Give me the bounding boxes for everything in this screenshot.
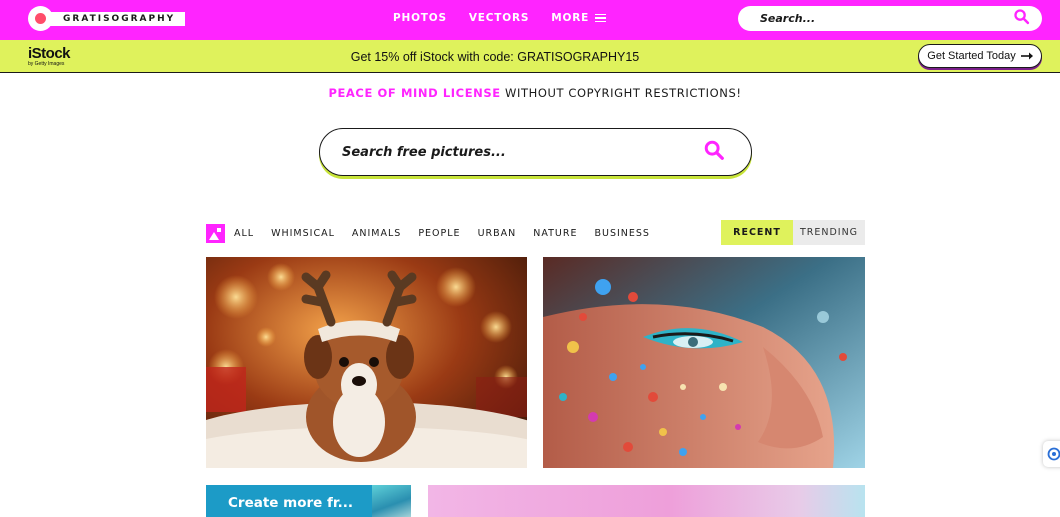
sort-toggle: RECENT TRENDING	[721, 220, 865, 245]
logo-dot-icon	[28, 6, 53, 31]
photo-card-glitter-face[interactable]	[543, 257, 865, 468]
tagline-rest: WITHOUT COPYRIGHT RESTRICTIONS!	[504, 86, 742, 100]
glitter-face-photo-image	[543, 257, 865, 468]
puppy-photo-image	[206, 257, 527, 468]
nav-more[interactable]: MORE	[551, 12, 607, 24]
tagline-highlight[interactable]: PEACE OF MIND LICENSE	[328, 86, 500, 100]
category-nature[interactable]: NATURE	[533, 228, 577, 239]
nav-more-label: MORE	[551, 12, 590, 24]
arrow-right-icon	[1020, 52, 1033, 60]
sort-trending-button[interactable]: TRENDING	[793, 220, 865, 245]
header-search	[738, 6, 1042, 31]
istock-promo-text: Get 15% off iStock with code: GRATISOGRA…	[350, 50, 640, 64]
main-search-input[interactable]	[342, 144, 703, 160]
category-business[interactable]: BUSINESS	[594, 228, 649, 239]
logo-text: GRATISOGRAPHY	[47, 11, 186, 26]
accessibility-widget[interactable]	[1043, 441, 1060, 467]
hamburger-icon	[595, 14, 607, 22]
category-filter-row: ALL WHIMSICAL ANIMALS PEOPLE URBAN NATUR…	[206, 224, 667, 243]
nav-vectors[interactable]: VECTORS	[469, 12, 529, 24]
search-icon[interactable]	[1013, 8, 1030, 30]
sort-recent-button[interactable]: RECENT	[721, 220, 793, 245]
category-people[interactable]: PEOPLE	[418, 228, 460, 239]
category-whimsical[interactable]: WHIMSICAL	[271, 228, 335, 239]
site-logo[interactable]: GRATISOGRAPHY	[28, 6, 186, 31]
category-animals[interactable]: ANIMALS	[352, 228, 401, 239]
photo-card-puppy[interactable]	[206, 257, 527, 468]
main-search-icon[interactable]	[703, 139, 725, 166]
promo-card-create-more[interactable]: Create more fr...	[206, 485, 411, 517]
photo-card-pink[interactable]	[428, 485, 865, 517]
image-icon	[206, 224, 225, 243]
top-nav-bar: GRATISOGRAPHY PHOTOS VECTORS MORE	[0, 0, 1060, 40]
widget-icon	[1047, 447, 1060, 461]
main-nav: PHOTOS VECTORS MORE	[393, 12, 607, 24]
promo-card-thumbnail	[372, 485, 411, 517]
nav-photos[interactable]: PHOTOS	[393, 12, 447, 24]
category-urban[interactable]: URBAN	[478, 228, 517, 239]
header-search-input[interactable]	[760, 12, 1013, 25]
promo-card-title: Create more fr...	[228, 495, 353, 511]
istock-promo-bar: iStock by Getty Images Get 15% off iStoc…	[0, 40, 1060, 73]
get-started-label: Get Started Today	[927, 50, 1016, 62]
license-tagline: PEACE OF MIND LICENSE WITHOUT COPYRIGHT …	[0, 86, 1060, 100]
get-started-button[interactable]: Get Started Today	[918, 44, 1042, 68]
main-search-box	[319, 128, 752, 176]
category-all[interactable]: ALL	[234, 228, 254, 239]
